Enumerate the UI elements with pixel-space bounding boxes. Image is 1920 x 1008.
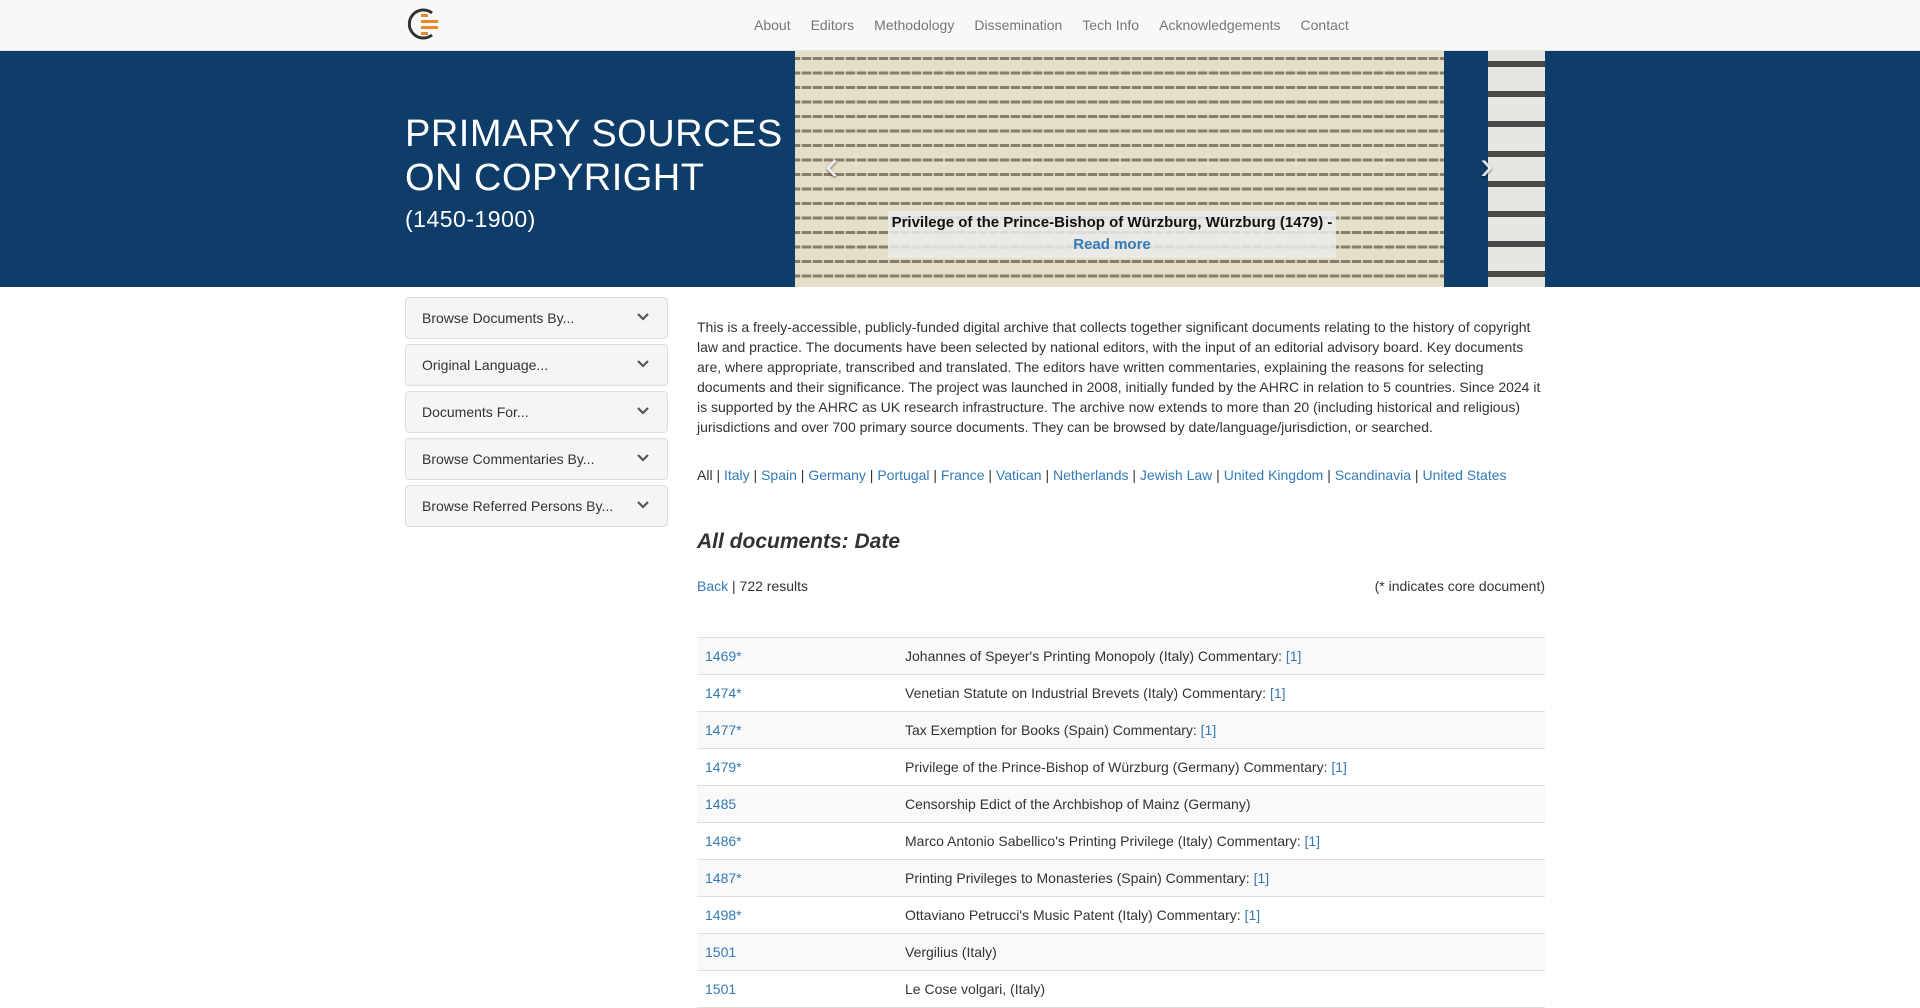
document-date-link[interactable]: 1474* bbox=[705, 685, 742, 701]
table-row: 1469* Johannes of Speyer's Printing Mono… bbox=[697, 638, 1545, 675]
document-title: Privilege of the Prince-Bishop of Würzbu… bbox=[905, 759, 1347, 775]
panel-label: Original Language... bbox=[422, 357, 549, 373]
document-title: Printing Privileges to Monasteries (Spai… bbox=[905, 870, 1270, 886]
table-row: 1498* Ottaviano Petrucci's Music Patent … bbox=[697, 897, 1545, 934]
document-date-link[interactable]: 1485 bbox=[705, 796, 736, 812]
panel-label: Browse Referred Persons By... bbox=[422, 498, 614, 514]
table-row: 1501 Vergilius (Italy) bbox=[697, 934, 1545, 971]
filter-italy[interactable]: Italy bbox=[724, 467, 750, 483]
core-document-note: (* indicates core document) bbox=[1374, 578, 1545, 594]
back-link[interactable]: Back bbox=[697, 578, 728, 594]
nav-about[interactable]: About bbox=[744, 0, 801, 50]
copyright-c-logo-icon[interactable] bbox=[405, 5, 443, 43]
commentary-link[interactable]: [1] bbox=[1286, 648, 1302, 664]
hero-banner: PRIMARY SOURCES ON COPYRIGHT (1450-1900)… bbox=[0, 51, 1920, 287]
original-language-panel[interactable]: Original Language... bbox=[405, 344, 668, 386]
chevron-down-icon bbox=[637, 454, 649, 462]
filter-vatican[interactable]: Vatican bbox=[996, 467, 1042, 483]
filter-jewish-law[interactable]: Jewish Law bbox=[1140, 467, 1212, 483]
commentary-link[interactable]: [1] bbox=[1254, 870, 1270, 886]
nav-contact[interactable]: Contact bbox=[1291, 0, 1359, 50]
documents-for-panel[interactable]: Documents For... bbox=[405, 391, 668, 433]
nav-acknowledgements[interactable]: Acknowledgements bbox=[1149, 0, 1290, 50]
site-subtitle: (1450-1900) bbox=[405, 206, 536, 232]
jurisdiction-filters: All | Italy | Spain | Germany | Portugal… bbox=[697, 467, 1507, 483]
caption-text: Privilege of the Prince-Bishop of Würzbu… bbox=[891, 214, 1333, 231]
document-date-link[interactable]: 1487* bbox=[705, 870, 742, 886]
filter-germany[interactable]: Germany bbox=[808, 467, 866, 483]
filter-united-states[interactable]: United States bbox=[1422, 467, 1506, 483]
filter-all: All bbox=[697, 467, 713, 483]
filter-scandinavia[interactable]: Scandinavia bbox=[1335, 467, 1411, 483]
chevron-down-icon bbox=[637, 501, 649, 509]
table-row: 1486* Marco Antonio Sabellico's Printing… bbox=[697, 823, 1545, 860]
nav-dissemination[interactable]: Dissemination bbox=[964, 0, 1072, 50]
nav-editors[interactable]: Editors bbox=[801, 0, 865, 50]
document-date-link[interactable]: 1469* bbox=[705, 648, 742, 664]
filter-netherlands[interactable]: Netherlands bbox=[1053, 467, 1129, 483]
document-date-link[interactable]: 1498* bbox=[705, 907, 742, 923]
filter-france[interactable]: France bbox=[941, 467, 985, 483]
document-title: Censorship Edict of the Archbishop of Ma… bbox=[905, 796, 1251, 812]
table-row: 1487* Printing Privileges to Monasteries… bbox=[697, 860, 1545, 897]
panel-label: Browse Commentaries By... bbox=[422, 451, 595, 467]
results-summary: Back | 722 results bbox=[697, 578, 808, 594]
document-title: Vergilius (Italy) bbox=[905, 944, 997, 960]
table-row: 1474* Venetian Statute on Industrial Bre… bbox=[697, 675, 1545, 712]
main-nav: About Editors Methodology Dissemination … bbox=[744, 0, 1359, 50]
table-row: 1479* Privilege of the Prince-Bishop of … bbox=[697, 749, 1545, 786]
document-title: Johannes of Speyer's Printing Monopoly (… bbox=[905, 648, 1302, 664]
chevron-left-icon[interactable]: ‹ bbox=[825, 146, 838, 186]
sidebar: Browse Documents By... Original Language… bbox=[405, 297, 668, 532]
browse-commentaries-panel[interactable]: Browse Commentaries By... bbox=[405, 438, 668, 480]
document-date-link[interactable]: 1501 bbox=[705, 944, 736, 960]
table-row: 1501 Le Cose volgari, (Italy) bbox=[697, 971, 1545, 1008]
results-count: | 722 results bbox=[728, 578, 809, 594]
documents-table: 1469* Johannes of Speyer's Printing Mono… bbox=[697, 637, 1545, 1008]
carousel-next-slide-image bbox=[1488, 51, 1545, 287]
nav-methodology[interactable]: Methodology bbox=[864, 0, 964, 50]
panel-label: Documents For... bbox=[422, 404, 529, 420]
document-title: Venetian Statute on Industrial Brevets (… bbox=[905, 685, 1286, 701]
commentary-link[interactable]: [1] bbox=[1245, 907, 1261, 923]
browse-referred-persons-panel[interactable]: Browse Referred Persons By... bbox=[405, 485, 668, 527]
document-date-link[interactable]: 1486* bbox=[705, 833, 742, 849]
filter-spain[interactable]: Spain bbox=[761, 467, 797, 483]
chevron-down-icon bbox=[637, 313, 649, 321]
read-more-link[interactable]: Read more bbox=[1073, 236, 1151, 253]
panel-label: Browse Documents By... bbox=[422, 310, 575, 326]
document-carousel: ‹ › Privilege of the Prince-Bishop of Wü… bbox=[795, 51, 1545, 287]
document-date-link[interactable]: 1501 bbox=[705, 981, 736, 997]
intro-paragraph: This is a freely-accessible, publicly-fu… bbox=[697, 319, 1541, 435]
document-title: Marco Antonio Sabellico's Printing Privi… bbox=[905, 833, 1321, 849]
table-row: 1485 Censorship Edict of the Archbishop … bbox=[697, 786, 1545, 823]
document-title: Le Cose volgari, (Italy) bbox=[905, 981, 1046, 997]
filter-portugal[interactable]: Portugal bbox=[877, 467, 929, 483]
table-row: 1477* Tax Exemption for Books (Spain) Co… bbox=[697, 712, 1545, 749]
chevron-down-icon bbox=[637, 407, 649, 415]
results-heading: All documents: Date bbox=[697, 530, 901, 553]
commentary-link[interactable]: [1] bbox=[1305, 833, 1321, 849]
site-title: PRIMARY SOURCES ON COPYRIGHT bbox=[405, 113, 783, 199]
navbar: About Editors Methodology Dissemination … bbox=[0, 0, 1920, 51]
commentary-link[interactable]: [1] bbox=[1331, 759, 1347, 775]
document-title: Ottaviano Petrucci's Music Patent (Italy… bbox=[905, 907, 1261, 923]
commentary-link[interactable]: [1] bbox=[1201, 722, 1217, 738]
document-date-link[interactable]: 1479* bbox=[705, 759, 742, 775]
chevron-right-icon[interactable]: › bbox=[1480, 146, 1493, 186]
nav-tech-info[interactable]: Tech Info bbox=[1072, 0, 1149, 50]
chevron-down-icon bbox=[637, 360, 649, 368]
commentary-link[interactable]: [1] bbox=[1270, 685, 1286, 701]
document-title: Tax Exemption for Books (Spain) Commenta… bbox=[905, 722, 1217, 738]
document-date-link[interactable]: 1477* bbox=[705, 722, 742, 738]
carousel-caption: Privilege of the Prince-Bishop of Würzbu… bbox=[888, 211, 1336, 258]
browse-documents-panel[interactable]: Browse Documents By... bbox=[405, 297, 668, 339]
filter-united-kingdom[interactable]: United Kingdom bbox=[1224, 467, 1324, 483]
